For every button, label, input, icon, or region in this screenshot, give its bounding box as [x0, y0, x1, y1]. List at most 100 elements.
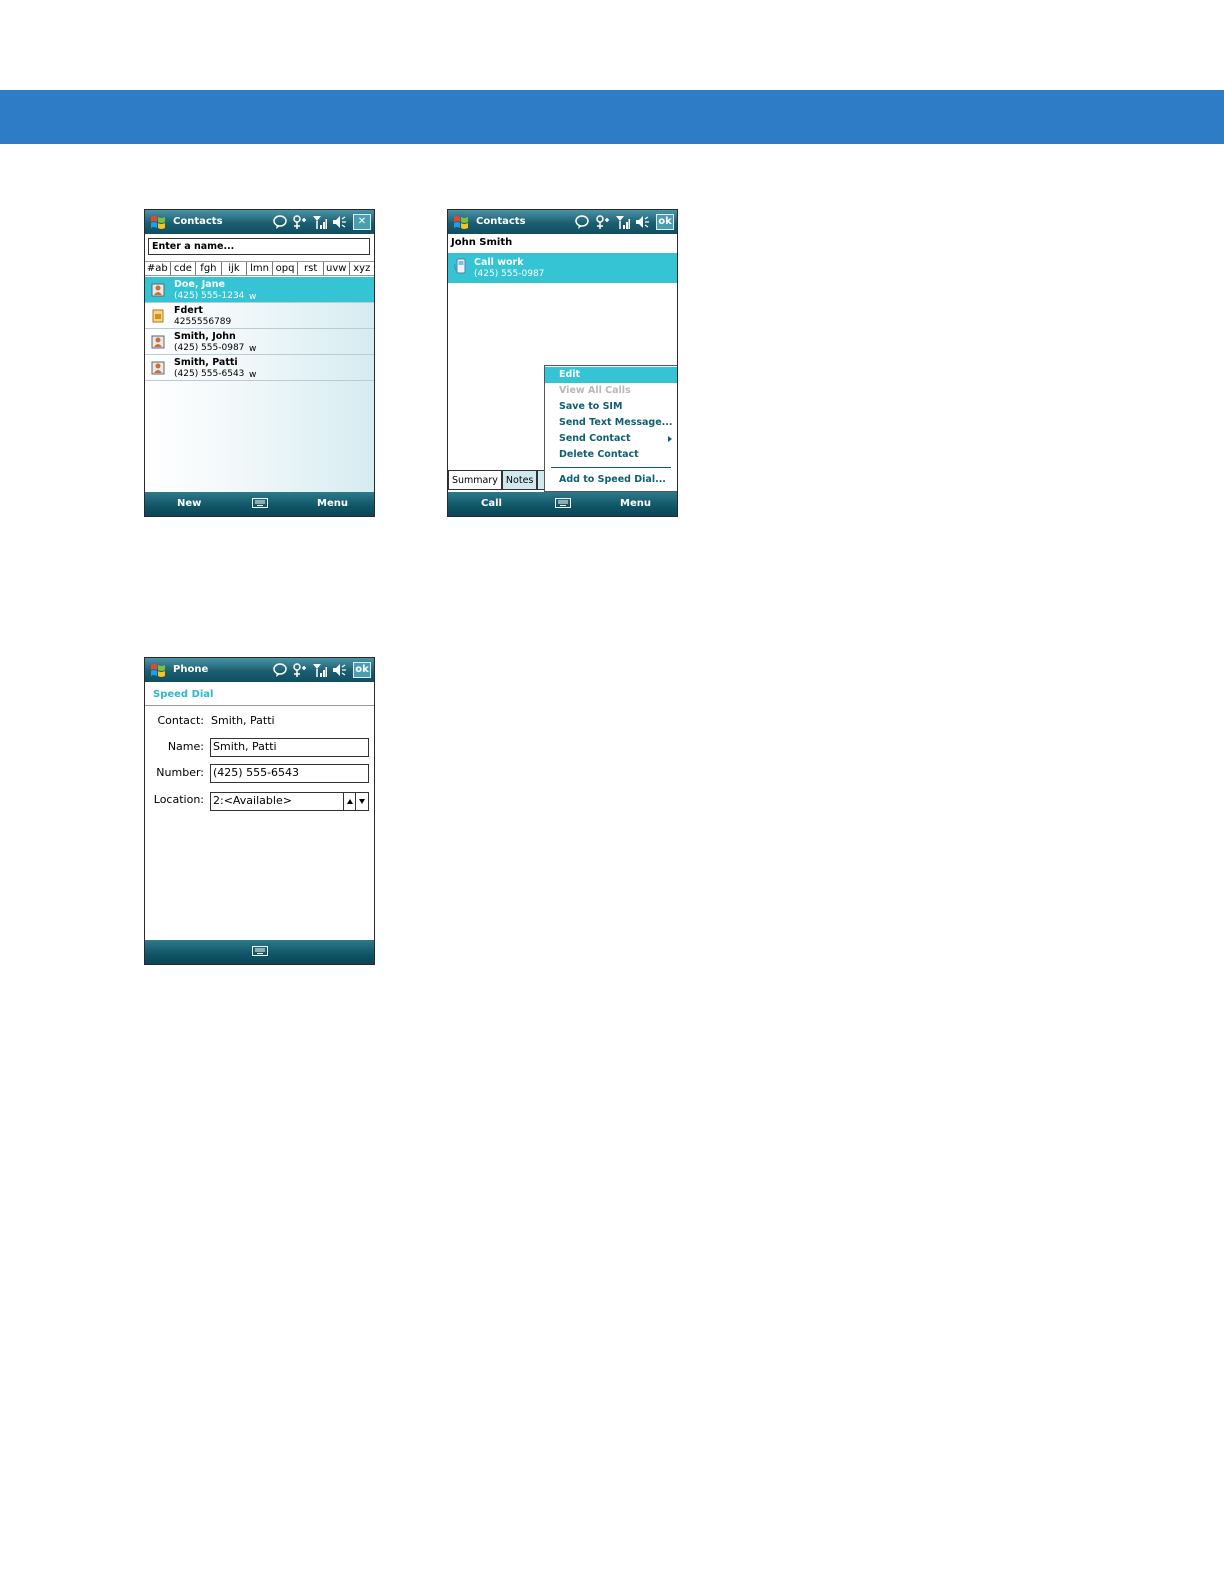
menu-item-label: Delete Contact	[559, 449, 639, 460]
connectivity-icon[interactable]	[291, 214, 307, 230]
call-work-row[interactable]: Call work (425) 555-0987	[448, 253, 677, 283]
contact-phone: (425) 555-6543	[174, 369, 245, 379]
menu-item-save-to-sim[interactable]: Save to SIM	[545, 399, 677, 415]
window-title: Phone	[173, 664, 209, 675]
softkey-bar	[145, 940, 374, 964]
location-value: 2:<Available>	[213, 794, 292, 807]
location-spinner[interactable]: 2:<Available>	[210, 792, 369, 811]
number-field[interactable]: (425) 555-6543	[210, 764, 369, 783]
menu-item-send-text-message[interactable]: Send Text Message...	[545, 415, 677, 431]
name-label: Name:	[167, 740, 204, 753]
menu-item-label: Add to Speed Dial...	[559, 474, 666, 485]
title-bar: Contacts ✕	[145, 210, 374, 234]
title-bar: Phone ok	[145, 658, 374, 682]
signal-icon[interactable]	[311, 662, 327, 678]
contact-phone: (425) 555-1234	[174, 291, 245, 301]
number-label: Number:	[156, 766, 204, 779]
sim-contact-icon	[152, 309, 164, 323]
contact-card-icon	[151, 361, 165, 375]
keyboard-icon[interactable]	[251, 946, 268, 956]
signal-icon[interactable]	[311, 214, 327, 230]
alpha-tab[interactable]: ijk	[222, 262, 248, 275]
volume-icon[interactable]	[331, 662, 347, 678]
call-phone: (425) 555-0987	[474, 269, 545, 279]
windows-flag-icon[interactable]	[149, 213, 167, 231]
contact-value: Smith, Patti	[211, 714, 275, 727]
menu-item-label: View All Calls	[559, 385, 631, 396]
menu-item-label: Send Contact	[559, 433, 631, 444]
alpha-tab[interactable]: lmn	[247, 262, 273, 275]
volume-icon[interactable]	[634, 214, 650, 230]
contacts-list-screen: Contacts ✕ Enter a name... #ab cde fgh i…	[144, 209, 375, 517]
contact-card-icon	[151, 335, 165, 349]
contact-summary-screen: Contacts ok John Smith Call work (425) 5…	[447, 209, 678, 517]
contact-row[interactable]: Fdert 4255556789	[145, 303, 374, 329]
contact-row[interactable]: Doe, Jane (425) 555-1234 w	[145, 277, 374, 303]
speed-dial-screen: Phone ok Speed Dial Contact: Smith, Patt…	[144, 657, 375, 965]
contact-label: Contact:	[157, 714, 204, 727]
keyboard-icon[interactable]	[251, 498, 268, 508]
notification-bubble-icon[interactable]	[272, 662, 288, 678]
alpha-tab[interactable]: rst	[298, 262, 324, 275]
signal-icon[interactable]	[614, 214, 630, 230]
menu-item-edit[interactable]: Edit	[545, 367, 677, 383]
alphabet-tabs: #ab cde fgh ijk lmn opq rst uvw xyz	[145, 261, 374, 276]
windows-flag-icon[interactable]	[149, 661, 167, 679]
notification-bubble-icon[interactable]	[574, 214, 590, 230]
alpha-tab[interactable]: opq	[273, 262, 299, 275]
menu-item-delete-contact[interactable]: Delete Contact	[545, 447, 677, 463]
contact-list: Doe, Jane (425) 555-1234 w Fdert 4255556…	[145, 277, 374, 492]
close-button[interactable]: ✕	[353, 214, 371, 230]
menu-item-send-contact[interactable]: Send Contact	[545, 431, 677, 447]
spin-down-icon[interactable]	[355, 793, 368, 810]
window-title: Contacts	[476, 216, 526, 227]
submenu-arrow-icon	[668, 436, 672, 442]
context-menu: Edit View All Calls Save to SIM Send Tex…	[544, 365, 677, 492]
tab-summary[interactable]: Summary	[448, 470, 502, 490]
contact-header-name: John Smith	[451, 237, 513, 248]
phone-handset-icon	[454, 258, 466, 274]
keyboard-icon[interactable]	[554, 498, 571, 508]
menu-item-label: Save to SIM	[559, 401, 623, 412]
window-title: Contacts	[173, 216, 223, 227]
windows-flag-icon[interactable]	[452, 213, 470, 231]
contact-name: Doe, Jane	[174, 279, 225, 290]
menu-item-view-all-calls: View All Calls	[545, 383, 677, 399]
name-search-input[interactable]: Enter a name...	[148, 238, 370, 255]
volume-icon[interactable]	[331, 214, 347, 230]
alpha-tab[interactable]: xyz	[350, 262, 375, 275]
softkey-bar: New Menu	[145, 492, 374, 516]
alpha-tab[interactable]: cde	[171, 262, 197, 275]
alpha-tab[interactable]: uvw	[324, 262, 350, 275]
contact-name: Fdert	[174, 305, 203, 316]
title-bar: Contacts ok	[448, 210, 677, 234]
notification-bubble-icon[interactable]	[272, 214, 288, 230]
menu-softkey[interactable]: Menu	[620, 498, 651, 509]
speed-dial-header: Speed Dial	[153, 689, 214, 700]
contact-row[interactable]: Smith, John (425) 555-0987 w	[145, 329, 374, 355]
name-field[interactable]: Smith, Patti	[210, 738, 369, 757]
connectivity-icon[interactable]	[594, 214, 610, 230]
call-softkey[interactable]: Call	[481, 498, 502, 509]
menu-item-add-to-speed-dial[interactable]: Add to Speed Dial...	[545, 472, 677, 488]
ok-button[interactable]: ok	[353, 662, 371, 678]
location-label: Location:	[153, 793, 204, 806]
contact-row[interactable]: Smith, Patti (425) 555-6543 w	[145, 355, 374, 381]
connectivity-icon[interactable]	[291, 662, 307, 678]
alpha-tab[interactable]: fgh	[196, 262, 222, 275]
contact-phone: (425) 555-0987	[174, 343, 245, 353]
contact-name: Smith, John	[174, 331, 236, 342]
tab-notes[interactable]: Notes	[501, 470, 538, 490]
menu-softkey[interactable]: Menu	[317, 498, 348, 509]
phone-type-tag: w	[249, 292, 257, 302]
menu-item-label: Edit	[559, 369, 581, 380]
header-banner	[0, 90, 1224, 144]
phone-type-tag: w	[249, 344, 257, 354]
phone-type-tag: w	[249, 370, 257, 380]
ok-button[interactable]: ok	[656, 214, 674, 230]
call-label: Call work	[474, 257, 524, 268]
new-softkey[interactable]: New	[177, 498, 201, 509]
contact-name: Smith, Patti	[174, 357, 238, 368]
alpha-tab[interactable]: #ab	[145, 262, 171, 275]
contact-card-icon	[151, 283, 165, 297]
